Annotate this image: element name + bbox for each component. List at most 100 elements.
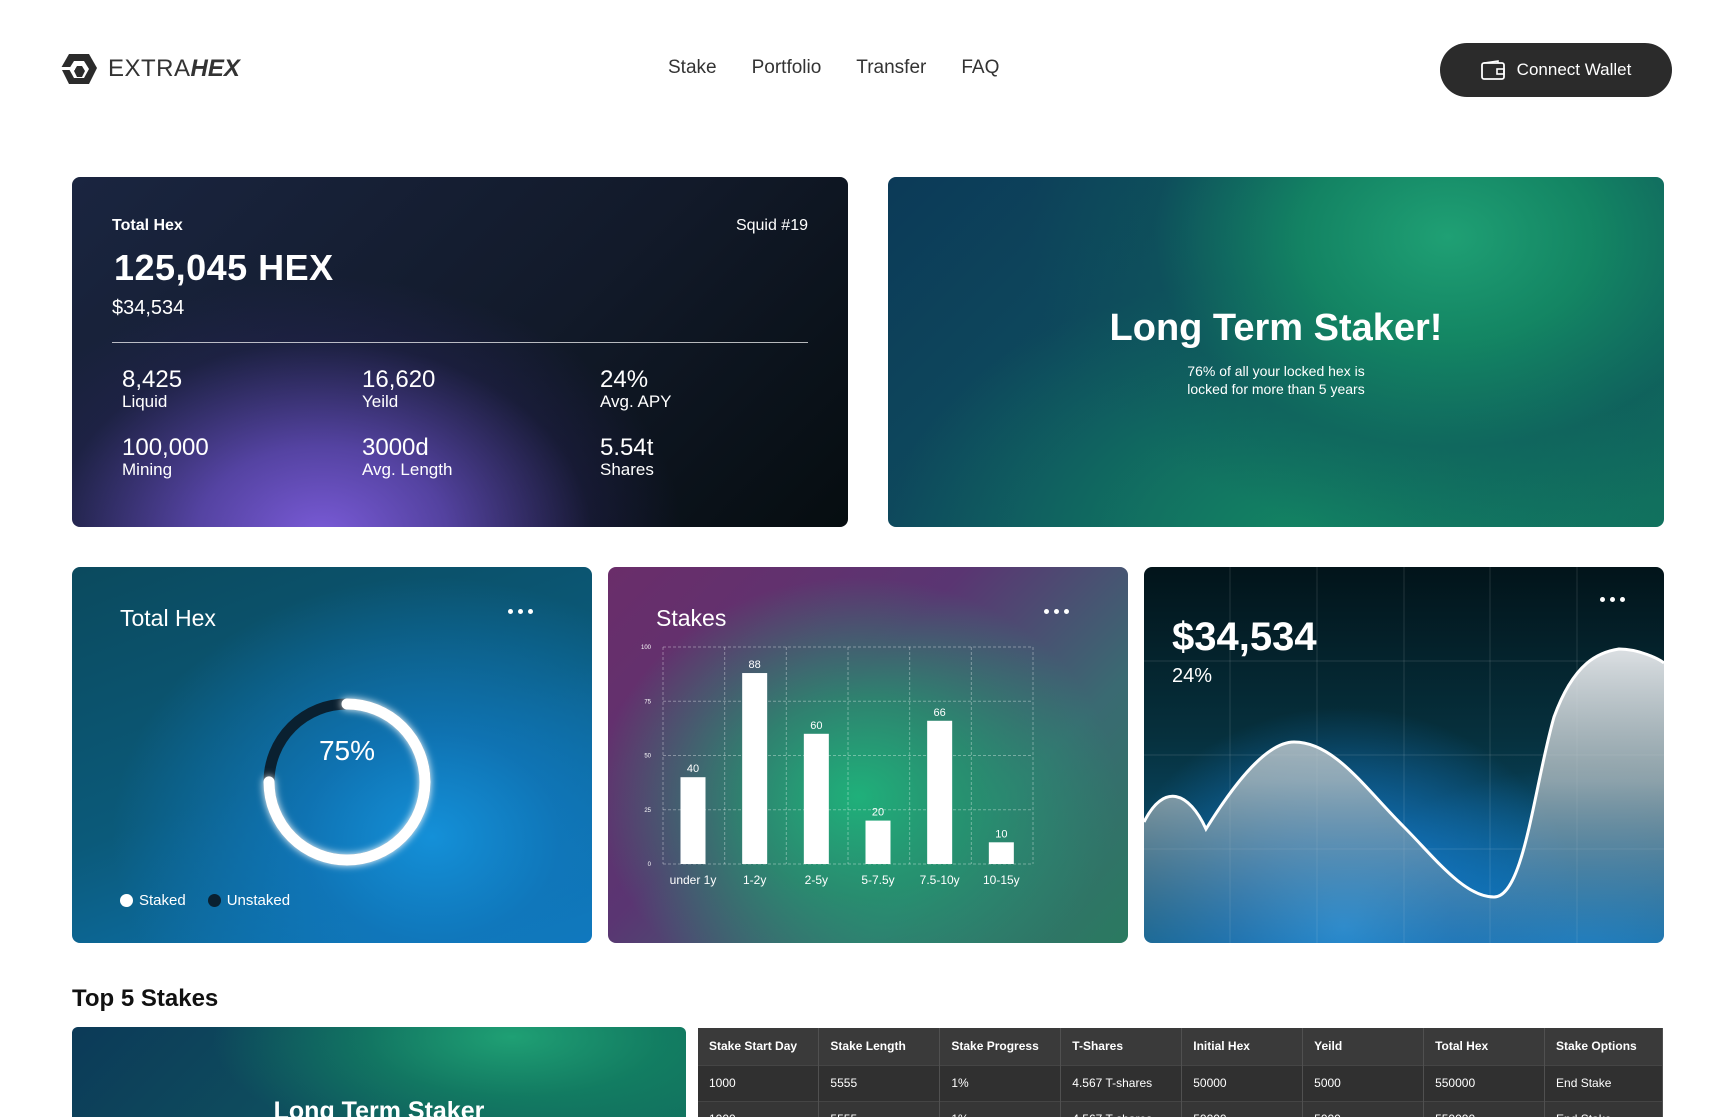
legend-label: Staked — [139, 892, 186, 909]
staker-description: 76% of all your locked hex is locked for… — [1187, 363, 1365, 397]
bar — [803, 733, 829, 864]
x-tick-label: 5-7.5y — [861, 873, 894, 887]
stat-value: 16,620 — [362, 366, 436, 393]
stat-yield: 16,620 Yeild — [362, 367, 435, 411]
y-tick-label: 0 — [648, 862, 652, 868]
area-percent: 24% — [1172, 665, 1213, 687]
bar-data-label: 60 — [810, 720, 822, 732]
nav-portfolio[interactable]: Portfolio — [752, 57, 822, 79]
table-cell: 1% — [939, 1064, 1062, 1101]
stat-label: Shares — [600, 460, 654, 479]
bar-data-label: 66 — [934, 707, 946, 719]
more-options-icon[interactable] — [1600, 597, 1625, 602]
table-row: 1000 5555 1% 4.567 T-shares 50000 5000 5… — [698, 1100, 1663, 1117]
end-stake-button[interactable]: End Stake — [1544, 1100, 1663, 1117]
legend-label: Unstaked — [226, 892, 291, 909]
bar — [865, 820, 891, 864]
y-tick-label: 50 — [644, 754, 651, 760]
top-stakes-banner: Long Term Staker — [72, 1027, 686, 1117]
stakes-bar-chart: 0 25 50 75 100 40 under 1y 88 1-2y 60 2-5y 20 5-7.5y… — [641, 645, 1034, 887]
stat-value: 5.54t — [600, 434, 654, 461]
table-cell: 5555 — [818, 1100, 941, 1117]
bar-data-label: 10 — [995, 828, 1007, 840]
stat-label: Liquid — [122, 392, 168, 411]
y-tick-label: 25 — [644, 808, 651, 814]
nav-transfer[interactable]: Transfer — [856, 57, 926, 79]
column-header[interactable]: Initial Hex — [1181, 1028, 1304, 1065]
bar — [742, 673, 768, 864]
table-cell: 550000 — [1423, 1100, 1546, 1117]
logo[interactable]: EXTRAHEX — [60, 52, 240, 86]
more-options-icon[interactable] — [508, 609, 533, 614]
stat-shares: 5.54t Shares — [600, 435, 654, 479]
stakes-table: Stake Start Day Stake Length Stake Progr… — [698, 1028, 1663, 1117]
table-cell: 4.567 T-shares — [1060, 1064, 1183, 1101]
legend-unstaked: Unstaked — [207, 892, 291, 909]
total-hex-usd: $34,534 — [112, 297, 185, 319]
top-stakes-banner-title: Long Term Staker — [273, 1097, 485, 1117]
total-hex-summary-card: Total Hex Squid #19 125,045 HEX $34,534 … — [72, 177, 848, 527]
table-row: 1000 5555 1% 4.567 T-shares 50000 5000 5… — [698, 1064, 1663, 1101]
column-header[interactable]: Stake Progress — [939, 1028, 1062, 1065]
x-tick-label: 10-15y — [983, 873, 1020, 887]
stat-value: 3000d — [362, 434, 429, 461]
divider — [112, 342, 808, 343]
stat-label: Mining — [122, 460, 173, 479]
donut-percent: 75% — [318, 735, 376, 766]
bar-data-label: 40 — [687, 763, 699, 775]
end-stake-button[interactable]: End Stake — [1544, 1064, 1663, 1101]
table-header-row: Stake Start Day Stake Length Stake Progr… — [698, 1028, 1663, 1065]
table-cell: 5000 — [1302, 1100, 1425, 1117]
stat-label: Avg. Length — [362, 460, 453, 479]
bar — [988, 842, 1014, 864]
total-hex-donut-card: Total Hex 75% Staked Unstaked — [72, 567, 592, 943]
long-term-staker-banner: Long Term Staker! 76% of all your locked… — [888, 177, 1664, 527]
nav-stake[interactable]: Stake — [668, 57, 717, 79]
summary-label: Total Hex — [112, 217, 183, 234]
table-cell: 1000 — [698, 1100, 820, 1117]
staker-title: Long Term Staker! — [1109, 307, 1443, 349]
table-cell: 5555 — [818, 1064, 941, 1101]
logo-text: EXTRAHEX — [108, 55, 240, 82]
top-header: EXTRAHEX Stake Portfolio Transfer FAQ Co… — [0, 0, 1728, 140]
nav-faq[interactable]: FAQ — [961, 57, 999, 79]
value-area-chart-card: $34,534 24% — [1144, 567, 1664, 943]
stakes-bar-chart-card: Stakes 0 25 50 75 100 40 under 1y 88 1-2y 60 2-5y 2… — [608, 567, 1128, 943]
bar — [927, 720, 953, 864]
column-header[interactable]: Stake Options — [1544, 1028, 1663, 1065]
table-cell: 1000 — [698, 1064, 820, 1101]
table-cell: 50000 — [1181, 1100, 1304, 1117]
page: EXTRAHEX Stake Portfolio Transfer FAQ Co… — [0, 0, 1728, 1117]
donut-legend: Staked Unstaked — [120, 892, 290, 909]
connect-wallet-button[interactable]: Connect Wallet — [1440, 43, 1672, 97]
hex-logo-icon — [61, 54, 97, 84]
x-tick-label: 2-5y — [805, 873, 828, 887]
stat-value: 100,000 — [122, 434, 209, 461]
bar — [680, 777, 706, 864]
total-hex-amount: 125,045 HEX — [114, 247, 334, 288]
table-cell: 50000 — [1181, 1064, 1304, 1101]
table-cell: 5000 — [1302, 1064, 1425, 1101]
wallet-icon — [1480, 60, 1505, 80]
legend-staked: Staked — [120, 892, 186, 909]
column-header[interactable]: Stake Start Day — [698, 1028, 820, 1065]
column-header[interactable]: Stake Length — [818, 1028, 941, 1065]
stat-avg-length: 3000d Avg. Length — [362, 435, 452, 479]
column-header[interactable]: T-Shares — [1060, 1028, 1183, 1065]
bar-data-label: 20 — [872, 807, 884, 819]
column-header[interactable]: Total Hex — [1423, 1028, 1546, 1065]
connect-wallet-label: Connect Wallet — [1516, 60, 1632, 79]
stat-value: 8,425 — [122, 366, 183, 393]
y-tick-label: 100 — [641, 645, 652, 651]
table-cell: 1% — [939, 1100, 1062, 1117]
x-tick-label: 7.5-10y — [920, 873, 960, 887]
column-header[interactable]: Yeild — [1302, 1028, 1425, 1065]
top-stakes-title: Top 5 Stakes — [72, 985, 219, 1012]
x-tick-label: 1-2y — [743, 873, 766, 887]
table-cell: 550000 — [1423, 1064, 1546, 1101]
y-tick-label: 75 — [644, 699, 651, 705]
stat-avg-apy: 24% Avg. APY — [600, 367, 672, 411]
donut-chart — [263, 698, 431, 866]
x-tick-label: under 1y — [670, 873, 717, 887]
legend-dot-unstaked — [207, 894, 221, 907]
